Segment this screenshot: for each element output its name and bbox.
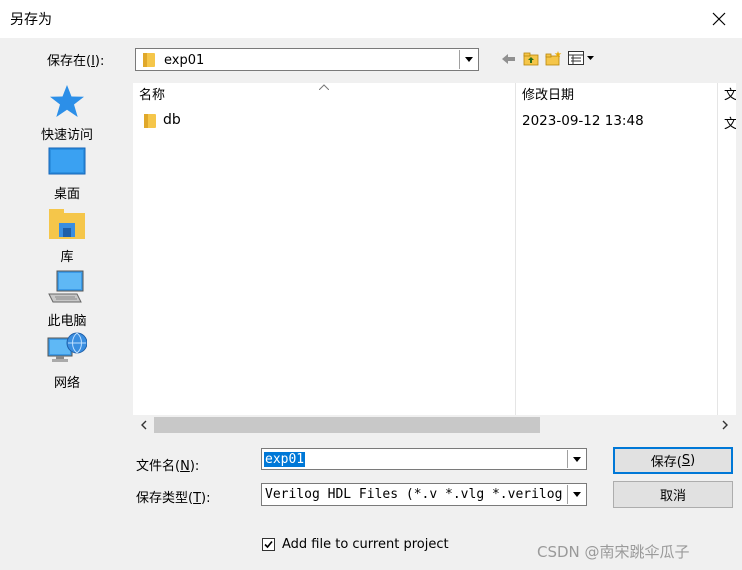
filename-dropdown[interactable] — [567, 449, 586, 469]
column-header-type[interactable]: 文 — [724, 83, 736, 109]
column-header-date-text: 修改日期 — [522, 88, 575, 103]
save-button-hotkey: S — [681, 453, 691, 468]
save-location-label: 保存在(I): — [47, 50, 104, 69]
scroll-left-button[interactable] — [137, 418, 151, 432]
filetype-hotkey: T — [193, 491, 202, 506]
desktop-icon — [48, 147, 86, 175]
file-modified: 2023-09-12 13:48 — [522, 113, 644, 129]
filename-label-text: 文件名( — [136, 459, 181, 474]
column-header-type-text: 文 — [724, 88, 736, 103]
column-separator[interactable] — [515, 83, 516, 415]
place-network[interactable]: 网络 — [8, 332, 126, 391]
cancel-button[interactable]: 取消 — [613, 481, 733, 508]
filename-value: exp01 — [264, 452, 306, 467]
back-button[interactable] — [499, 50, 519, 68]
folder-icon — [143, 53, 155, 67]
save-location-label-text: 保存在( — [47, 54, 92, 69]
place-label: 网络 — [53, 376, 80, 391]
save-button-suffix: ) — [690, 453, 696, 468]
up-folder-icon — [523, 52, 539, 65]
save-button-label: 保存( — [650, 455, 682, 470]
place-desktop[interactable]: 桌面 — [8, 147, 126, 202]
library-icon — [49, 209, 85, 239]
filetype-dropdown-arrow[interactable] — [567, 484, 586, 505]
filename-label-suffix: ): — [189, 459, 200, 474]
place-library[interactable]: 库 — [8, 208, 126, 265]
window-title: 另存为 — [10, 12, 52, 28]
star-icon — [50, 85, 84, 117]
save-button[interactable]: 保存(S) — [613, 447, 733, 474]
place-label: 此电脑 — [47, 314, 87, 329]
chevron-left-icon — [141, 420, 147, 430]
cancel-button-label: 取消 — [659, 489, 686, 504]
file-type: 文 — [724, 117, 736, 132]
chevron-right-icon — [722, 420, 728, 430]
horizontal-scrollbar[interactable] — [133, 415, 736, 435]
network-icon — [47, 332, 88, 362]
add-to-project-checkbox[interactable] — [262, 538, 275, 551]
watermark: CSDN @南宋跳伞瓜子 — [537, 543, 690, 561]
place-label: 库 — [60, 250, 74, 265]
filename-input[interactable]: exp01 — [261, 448, 587, 470]
close-button[interactable] — [696, 0, 742, 38]
close-icon — [712, 12, 726, 26]
filetype-value: Verilog HDL Files (*.v *.vlg *.verilog — [265, 487, 563, 502]
place-label: 快速访问 — [40, 128, 93, 143]
computer-icon — [48, 270, 84, 303]
filename-hotkey: N — [180, 459, 190, 474]
chevron-down-icon[interactable] — [459, 50, 477, 69]
filetype-label-text: 保存类型( — [136, 491, 194, 506]
view-menu-button[interactable] — [567, 49, 597, 67]
column-separator[interactable] — [717, 83, 718, 415]
column-header-name-text: 名称 — [139, 88, 166, 103]
save-location-label-suffix: ): — [94, 54, 105, 69]
place-quick-access[interactable]: 快速访问 — [8, 84, 126, 143]
checkmark-icon — [264, 540, 273, 549]
new-folder-button[interactable] — [543, 49, 563, 67]
file-name: db — [163, 112, 181, 128]
add-to-project-label: Add file to current project — [282, 537, 449, 552]
up-folder-button[interactable] — [521, 49, 541, 67]
folder-icon — [144, 114, 156, 128]
sort-ascending-icon — [319, 84, 329, 90]
place-label: 桌面 — [53, 187, 80, 202]
current-folder-name: exp01 — [164, 53, 205, 68]
filetype-label-suffix: ): — [201, 491, 211, 506]
new-folder-icon — [545, 50, 561, 65]
column-header-date[interactable]: 修改日期 — [522, 83, 712, 109]
chevron-down-icon[interactable] — [567, 450, 585, 468]
back-arrow-icon — [502, 54, 515, 64]
filename-label: 文件名(N): — [136, 455, 199, 474]
chevron-down-icon[interactable] — [567, 485, 585, 504]
scrollbar-thumb[interactable] — [154, 417, 540, 433]
filetype-label: 保存类型(T): — [136, 487, 210, 506]
save-location-dropdown[interactable]: exp01 — [135, 48, 479, 71]
place-this-pc[interactable]: 此电脑 — [8, 270, 126, 329]
list-item[interactable]: db 2023-09-12 13:48 文 — [133, 110, 736, 132]
file-list[interactable]: 名称 修改日期 文 db 2023-09-12 13:48 文 — [133, 83, 736, 415]
filetype-dropdown[interactable]: Verilog HDL Files (*.v *.vlg *.verilog — [261, 483, 587, 506]
view-details-icon — [568, 51, 594, 65]
places-bar: 快速访问 桌面 库 此电脑 网络 — [8, 80, 126, 410]
title-bar: 另存为 — [0, 0, 742, 38]
scroll-right-button[interactable] — [718, 418, 732, 432]
